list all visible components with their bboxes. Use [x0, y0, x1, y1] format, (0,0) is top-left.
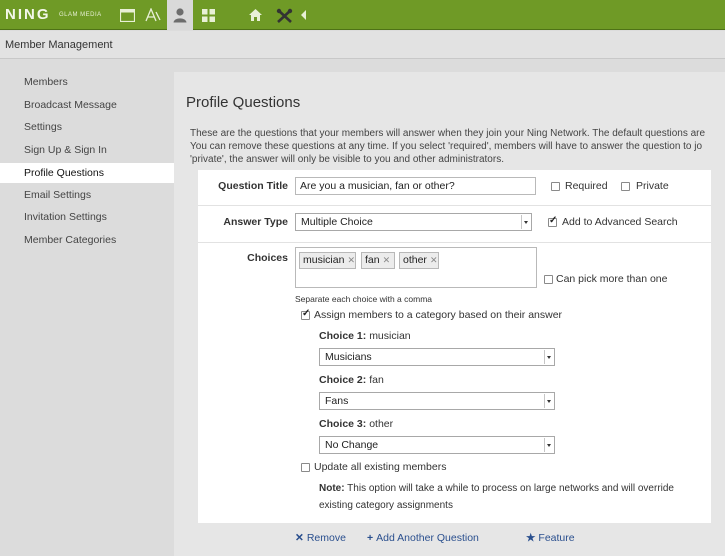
- question-form: Question Title Required Private Answer T…: [198, 170, 711, 523]
- sidebar-item-settings[interactable]: Settings: [0, 117, 174, 137]
- sidebar-item-profile-questions[interactable]: Profile Questions: [0, 163, 174, 183]
- advanced-search-checkbox[interactable]: [548, 215, 557, 227]
- private-label: Private: [636, 180, 669, 192]
- private-checkbox[interactable]: [621, 182, 630, 191]
- remove-button[interactable]: ✕ Remove: [295, 532, 346, 544]
- remove-icon: ✕: [295, 532, 304, 544]
- tools-icon[interactable]: [271, 0, 297, 30]
- note-text: Note: This option will take a while to p…: [319, 480, 704, 514]
- answer-type-label: Answer Type: [223, 216, 288, 228]
- required-checkbox[interactable]: [551, 182, 560, 191]
- choices-input[interactable]: musician ✕ fan ✕ other ✕: [295, 247, 537, 288]
- remove-token-icon[interactable]: ✕: [347, 255, 355, 265]
- choice-token-label: musician: [303, 254, 345, 266]
- update-existing-checkbox[interactable]: [301, 463, 310, 472]
- choice-number: Choice 3:: [319, 418, 367, 430]
- category-value: No Change: [325, 439, 379, 451]
- category-select-3[interactable]: No Change: [319, 436, 555, 454]
- page-title: Profile Questions: [186, 94, 301, 111]
- choice-name: other: [369, 418, 394, 430]
- remove-token-icon[interactable]: ✕: [430, 255, 438, 265]
- choice-assignment-label: Choice 3: other: [319, 418, 393, 430]
- collapse-arrow-icon[interactable]: [301, 10, 306, 20]
- sidebar-item-members[interactable]: Members: [0, 72, 174, 92]
- network-name: GLAM MEDIA: [59, 12, 102, 18]
- category-select-1[interactable]: Musicians: [319, 348, 555, 366]
- divider: [198, 205, 711, 206]
- members-icon[interactable]: [167, 0, 193, 30]
- sidebar-item-email-settings[interactable]: Email Settings: [0, 185, 174, 205]
- update-existing-label: Update all existing members: [314, 461, 447, 473]
- intro-line: You can remove these questions at any ti…: [190, 141, 703, 152]
- pick-more-checkbox[interactable]: [544, 275, 553, 284]
- intro-line: 'private', the answer will only be visib…: [190, 154, 504, 165]
- choice-token[interactable]: fan ✕: [361, 252, 395, 269]
- question-title-label: Question Title: [218, 180, 288, 192]
- intro-line: These are the questions that your member…: [190, 128, 706, 139]
- sidebar-item-invitation-settings[interactable]: Invitation Settings: [0, 207, 174, 227]
- remove-label: Remove: [306, 532, 346, 544]
- window-icon[interactable]: [114, 0, 140, 30]
- choice-name: musician: [369, 330, 411, 342]
- main-panel: Profile Questions These are the question…: [174, 72, 725, 556]
- answer-type-value: Multiple Choice: [301, 216, 373, 228]
- advanced-search-label: Add to Advanced Search: [562, 216, 678, 228]
- add-question-button[interactable]: + Add Another Question: [367, 532, 479, 544]
- category-select-2[interactable]: Fans: [319, 392, 555, 410]
- choice-token[interactable]: other ✕: [399, 252, 439, 269]
- appearance-icon[interactable]: [140, 0, 166, 30]
- choice-number: Choice 2:: [319, 374, 367, 386]
- chevron-down-icon: [544, 394, 553, 408]
- star-icon: ★: [526, 532, 536, 544]
- answer-type-select[interactable]: Multiple Choice: [295, 213, 532, 231]
- choice-token-label: fan: [365, 254, 380, 266]
- category-value: Musicians: [325, 351, 372, 363]
- intro-text: These are the questions that your member…: [190, 127, 725, 167]
- sidebar-item-sign-up-sign-in[interactable]: Sign Up & Sign In: [0, 140, 174, 160]
- sidebar: Members Broadcast Message Settings Sign …: [0, 60, 174, 556]
- section-title: Member Management: [5, 39, 113, 51]
- section-header: Member Management: [0, 31, 725, 59]
- sidebar-item-broadcast-message[interactable]: Broadcast Message: [0, 95, 174, 115]
- note-label: Note:: [319, 483, 345, 494]
- choice-number: Choice 1:: [319, 330, 367, 342]
- category-value: Fans: [325, 395, 349, 407]
- choice-name: fan: [369, 374, 384, 386]
- feature-button[interactable]: ★ Feature: [526, 532, 575, 544]
- divider: [198, 242, 711, 243]
- choice-assignment-label: Choice 2: fan: [319, 374, 384, 386]
- plus-icon: +: [367, 532, 374, 544]
- choices-label: Choices: [247, 252, 288, 264]
- top-bar: NING GLAM MEDIA: [0, 0, 725, 30]
- question-title-input[interactable]: [295, 177, 536, 195]
- assign-category-checkbox[interactable]: [301, 308, 310, 320]
- remove-token-icon[interactable]: ✕: [383, 255, 391, 265]
- chevron-down-icon: [544, 438, 553, 452]
- home-icon[interactable]: [242, 0, 268, 30]
- sidebar-item-member-categories[interactable]: Member Categories: [0, 230, 174, 250]
- required-label: Required: [565, 180, 608, 192]
- choice-assignment-label: Choice 1: musician: [319, 330, 411, 342]
- add-question-label: Add Another Question: [376, 532, 479, 544]
- feature-label: Feature: [538, 532, 575, 544]
- pick-more-label: Can pick more than one: [556, 273, 668, 285]
- choice-token[interactable]: musician ✕: [299, 252, 356, 269]
- note-body: This option will take a while to process…: [319, 483, 674, 511]
- choice-token-label: other: [403, 254, 427, 266]
- choices-hint: Separate each choice with a comma: [295, 294, 433, 304]
- chevron-down-icon: [521, 215, 530, 229]
- assign-category-label: Assign members to a category based on th…: [314, 309, 563, 321]
- question-actions: ✕ Remove + Add Another Question ★ Feature: [174, 528, 725, 548]
- chevron-down-icon: [544, 350, 553, 364]
- ning-logo: NING: [5, 6, 51, 23]
- apps-icon[interactable]: [195, 0, 221, 30]
